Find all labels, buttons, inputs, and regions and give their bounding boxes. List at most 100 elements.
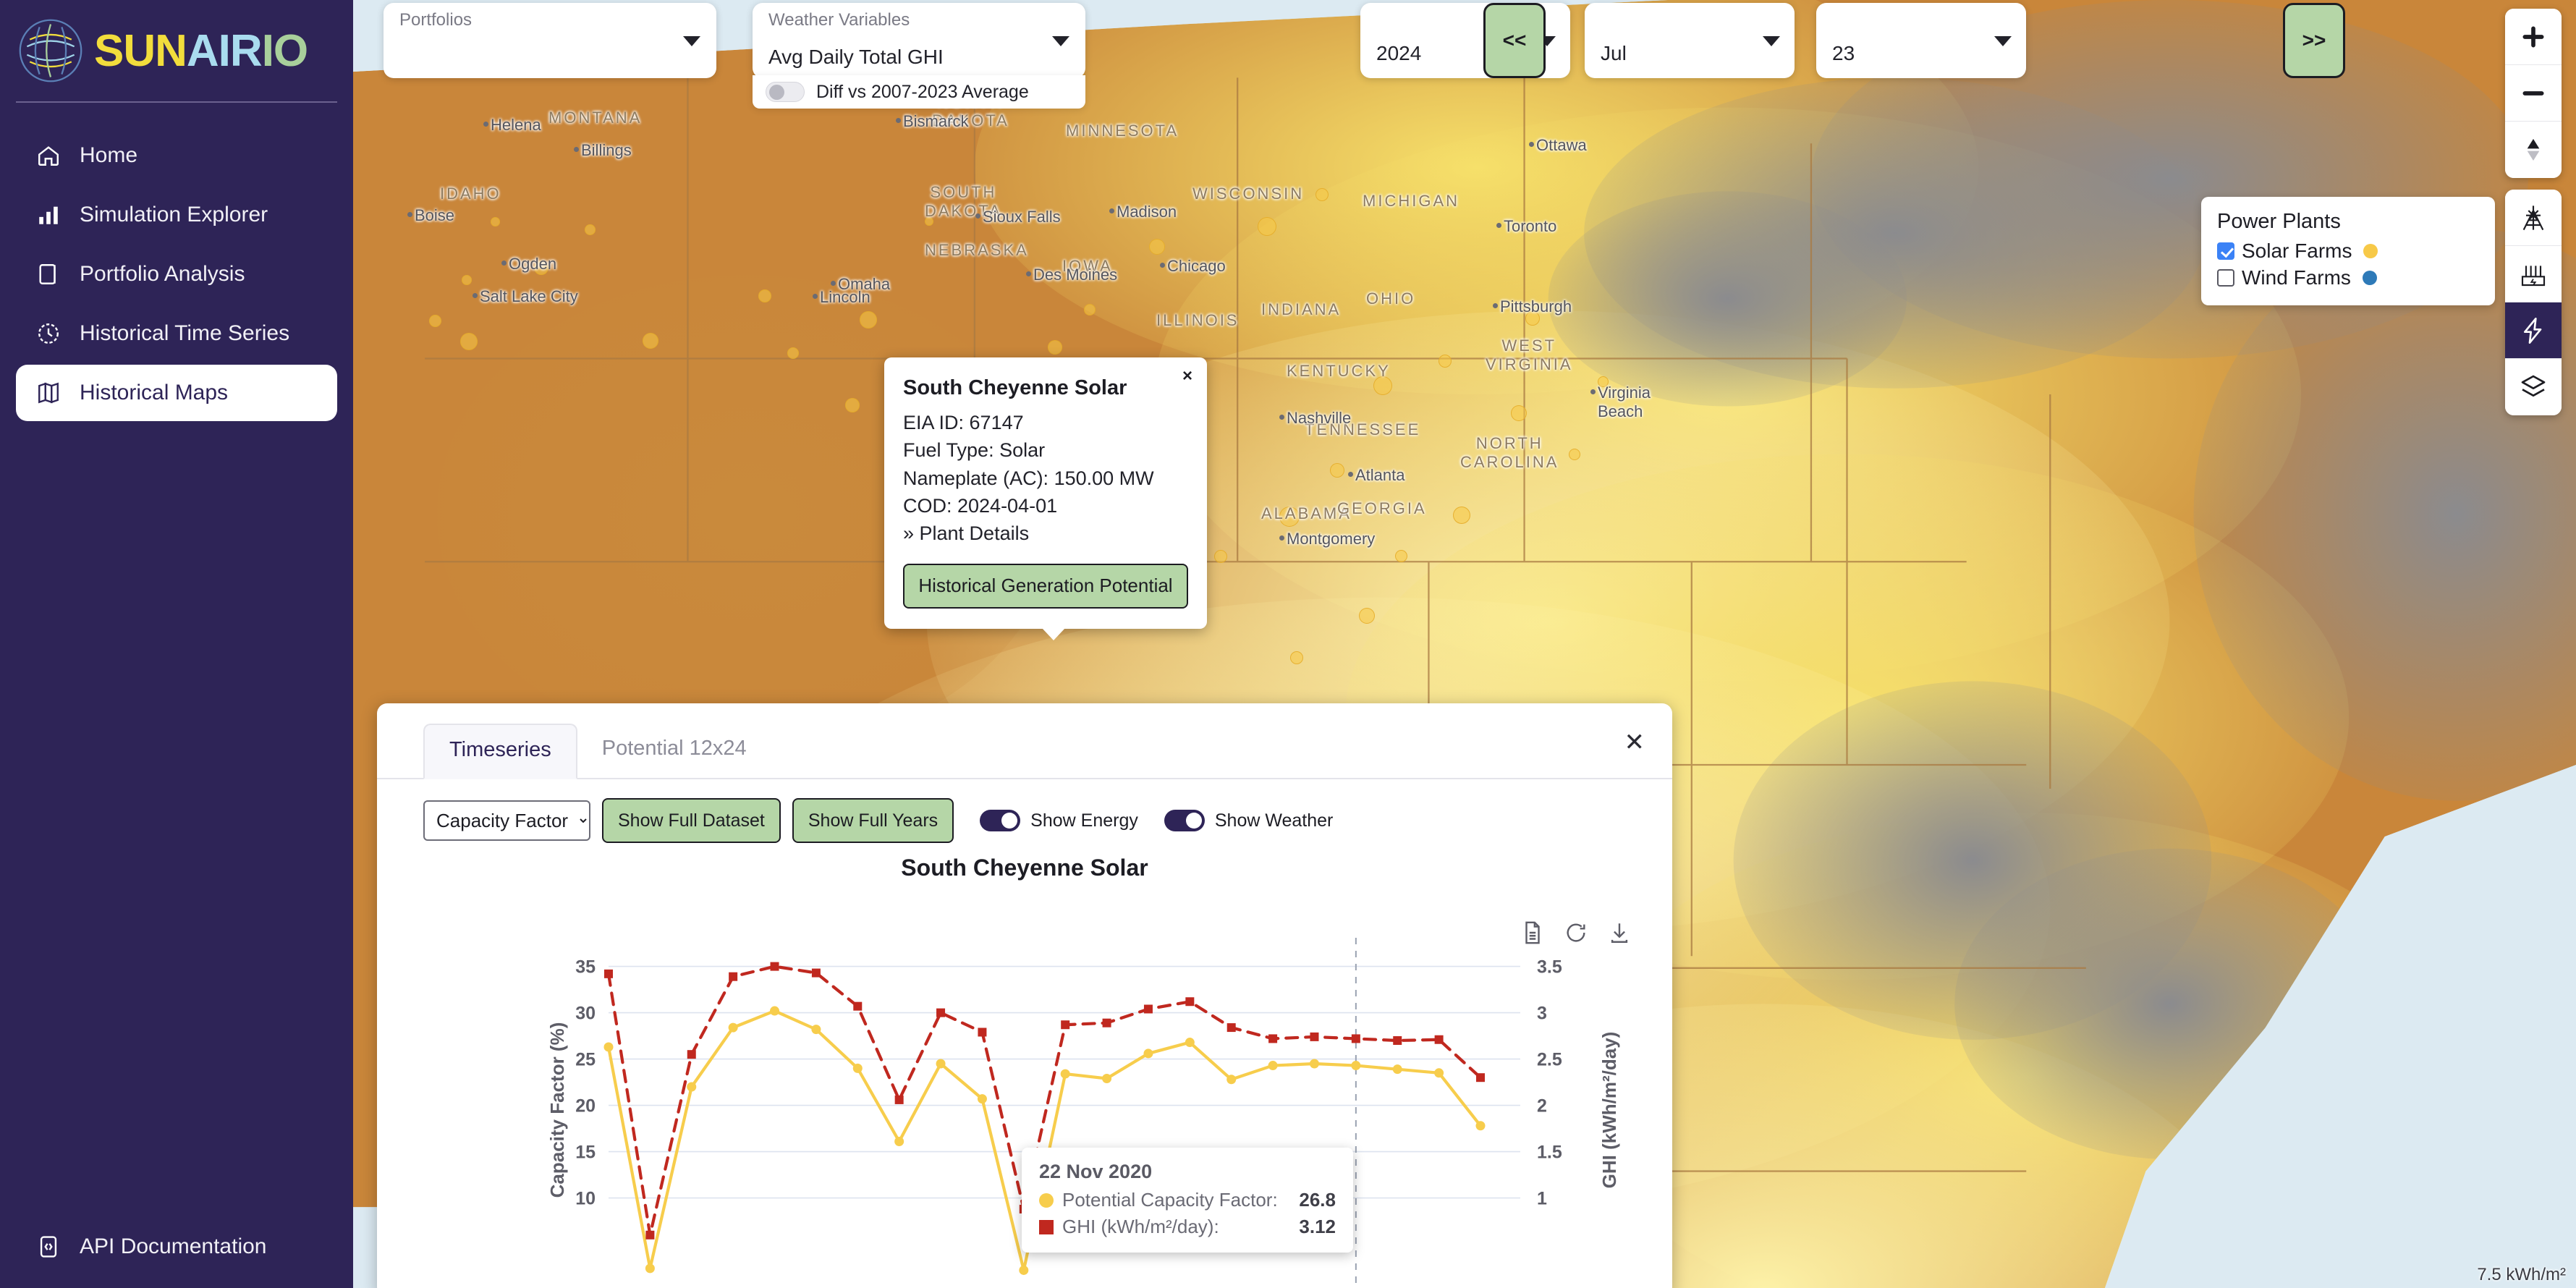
- chevron-down-icon: [683, 36, 700, 46]
- app-root: SUNAIRIO Home Simulation Explorer Port: [0, 0, 2576, 1288]
- wind-farms-checkbox[interactable]: [2217, 269, 2234, 287]
- sidebar-item-label: Portfolio Analysis: [80, 262, 245, 287]
- show-energy-toggle[interactable]: [980, 810, 1020, 831]
- previous-day-button[interactable]: <<: [1483, 3, 1546, 78]
- panel-close-icon[interactable]: ✕: [1624, 728, 1645, 757]
- layers-icon[interactable]: [2505, 359, 2562, 415]
- zoom-out-button[interactable]: [2505, 65, 2562, 122]
- show-full-dataset-button[interactable]: Show Full Dataset: [602, 798, 781, 843]
- sidebar-nav: Home Simulation Explorer Portfolio Analy…: [0, 127, 353, 421]
- day-value: 23: [1832, 42, 2010, 65]
- chart-action-icons: [1520, 920, 1632, 949]
- lightning-bolt-icon[interactable]: [2505, 302, 2562, 359]
- diff-vs-average-toggle[interactable]: [766, 82, 805, 102]
- sidebar-item-home[interactable]: Home: [16, 127, 337, 184]
- chart-title: South Cheyenne Solar: [377, 855, 1672, 881]
- refresh-icon[interactable]: [1564, 920, 1588, 949]
- svg-text:10: 10: [575, 1189, 596, 1209]
- clock-icon: [36, 321, 61, 346]
- month-select[interactable]: Jul: [1585, 3, 1795, 78]
- brand-logo: SUNAIRIO: [0, 0, 353, 85]
- solar-farms-checkbox[interactable]: [2217, 242, 2234, 260]
- show-weather-label: Show Weather: [1215, 810, 1334, 831]
- tab-potential-12x24[interactable]: Potential 12x24: [577, 724, 771, 779]
- map-zoom-controls: [2505, 9, 2562, 178]
- sunairio-logo-icon: [16, 16, 85, 85]
- transmission-tower-icon[interactable]: [2505, 190, 2562, 246]
- plant-details-link[interactable]: » Plant Details: [903, 520, 1188, 547]
- next-day-button[interactable]: >>: [2283, 3, 2345, 78]
- diff-vs-average-row[interactable]: Diff vs 2007-2023 Average: [753, 75, 1085, 109]
- sidebar-divider: [16, 101, 337, 103]
- brand-io: IO: [262, 26, 308, 76]
- portfolios-label: Portfolios: [399, 10, 700, 31]
- panel-tabs: Timeseries Potential 12x24: [377, 703, 1672, 779]
- zoom-in-button[interactable]: [2505, 9, 2562, 65]
- sidebar-item-api-documentation[interactable]: API Documentation: [16, 1219, 287, 1275]
- close-icon[interactable]: ×: [1182, 366, 1192, 386]
- svg-text:2: 2: [1537, 1096, 1547, 1117]
- plant-popup-fuel-type: Fuel Type: Solar: [903, 436, 1188, 464]
- sidebar-item-label: Home: [80, 143, 137, 168]
- show-energy-label: Show Energy: [1030, 810, 1138, 831]
- day-select[interactable]: 23: [1816, 3, 2026, 78]
- legend-item-solar-farms[interactable]: Solar Farms: [2217, 240, 2479, 263]
- chart-controls: Capacity Factor Show Full Dataset Show F…: [377, 779, 1672, 843]
- document-icon[interactable]: [1520, 920, 1545, 949]
- sidebar-item-simulation-explorer[interactable]: Simulation Explorer: [16, 187, 337, 243]
- plant-popup-nameplate: Nameplate (AC): 150.00 MW: [903, 465, 1188, 492]
- portfolios-select[interactable]: Portfolios: [384, 3, 716, 78]
- svg-text:GHI (kWh/m²/day): GHI (kWh/m²/day): [1598, 1032, 1620, 1189]
- plant-popup-eia-id: EIA ID: 67147: [903, 409, 1188, 436]
- legend-item-wind-farms[interactable]: Wind Farms: [2217, 266, 2479, 289]
- brand-sun: SUN: [94, 26, 187, 76]
- sidebar-item-portfolio-analysis[interactable]: Portfolio Analysis: [16, 246, 337, 302]
- tooltip-date: 22 Nov 2020: [1039, 1161, 1336, 1183]
- weather-variables-label: Weather Variables: [768, 10, 1069, 31]
- svg-text:1: 1: [1537, 1189, 1547, 1209]
- tooltip-label: GHI (kWh/m²/day):: [1062, 1216, 1219, 1238]
- show-energy-toggle-wrap: Show Energy: [980, 810, 1138, 831]
- sidebar-item-label: Historical Time Series: [80, 321, 289, 346]
- ghi-marker-icon: [1039, 1220, 1054, 1234]
- map-layer-controls: [2505, 190, 2562, 415]
- sidebar-item-historical-time-series[interactable]: Historical Time Series: [16, 305, 337, 362]
- sidebar-item-label: Historical Maps: [80, 381, 228, 405]
- download-icon[interactable]: [1607, 920, 1632, 949]
- capacity-factor-marker-icon: [1039, 1193, 1054, 1208]
- power-plants-legend: Power Plants Solar Farms Wind Farms: [2201, 197, 2495, 305]
- compass-icon[interactable]: [2505, 122, 2562, 178]
- plant-popup-cod: COD: 2024-04-01: [903, 492, 1188, 520]
- metric-select[interactable]: Capacity Factor: [423, 800, 590, 841]
- sidebar-item-label: API Documentation: [80, 1234, 266, 1259]
- chevron-down-icon: [1763, 36, 1780, 46]
- svg-text:25: 25: [575, 1050, 596, 1070]
- tab-timeseries[interactable]: Timeseries: [423, 724, 577, 779]
- show-weather-toggle[interactable]: [1164, 810, 1205, 831]
- wind-farms-color-swatch: [2363, 271, 2377, 285]
- show-full-years-button[interactable]: Show Full Years: [792, 798, 954, 843]
- wind-farms-label: Wind Farms: [2242, 266, 2351, 289]
- svg-text:35: 35: [575, 957, 596, 978]
- sidebar-item-label: Simulation Explorer: [80, 203, 268, 227]
- plant-popup-title: South Cheyenne Solar: [903, 376, 1188, 400]
- plant-info-popup: × South Cheyenne Solar EIA ID: 67147 Fue…: [884, 357, 1207, 629]
- svg-text:3: 3: [1537, 1004, 1547, 1024]
- svg-text:2.5: 2.5: [1537, 1050, 1562, 1070]
- historical-generation-potential-button[interactable]: Historical Generation Potential: [903, 564, 1188, 609]
- substation-icon[interactable]: [2505, 246, 2562, 302]
- brand-air: AIR: [187, 26, 262, 76]
- home-icon: [36, 143, 61, 168]
- svg-text:3.5: 3.5: [1537, 957, 1562, 978]
- show-weather-toggle-wrap: Show Weather: [1164, 810, 1334, 831]
- diff-vs-average-label: Diff vs 2007-2023 Average: [816, 82, 1029, 103]
- weather-variables-select[interactable]: Weather Variables Avg Daily Total GHI: [753, 3, 1085, 78]
- sidebar: SUNAIRIO Home Simulation Explorer Port: [0, 0, 353, 1288]
- chevron-down-icon: [1052, 36, 1069, 46]
- chevron-down-icon: [1994, 36, 2012, 46]
- chart-hover-tooltip: 22 Nov 2020 Potential Capacity Factor: 2…: [1022, 1148, 1353, 1253]
- sidebar-item-historical-maps[interactable]: Historical Maps: [16, 365, 337, 421]
- svg-text:30: 30: [575, 1004, 596, 1024]
- solar-farms-color-swatch: [2363, 244, 2378, 258]
- weather-variables-value: Avg Daily Total GHI: [768, 46, 1069, 69]
